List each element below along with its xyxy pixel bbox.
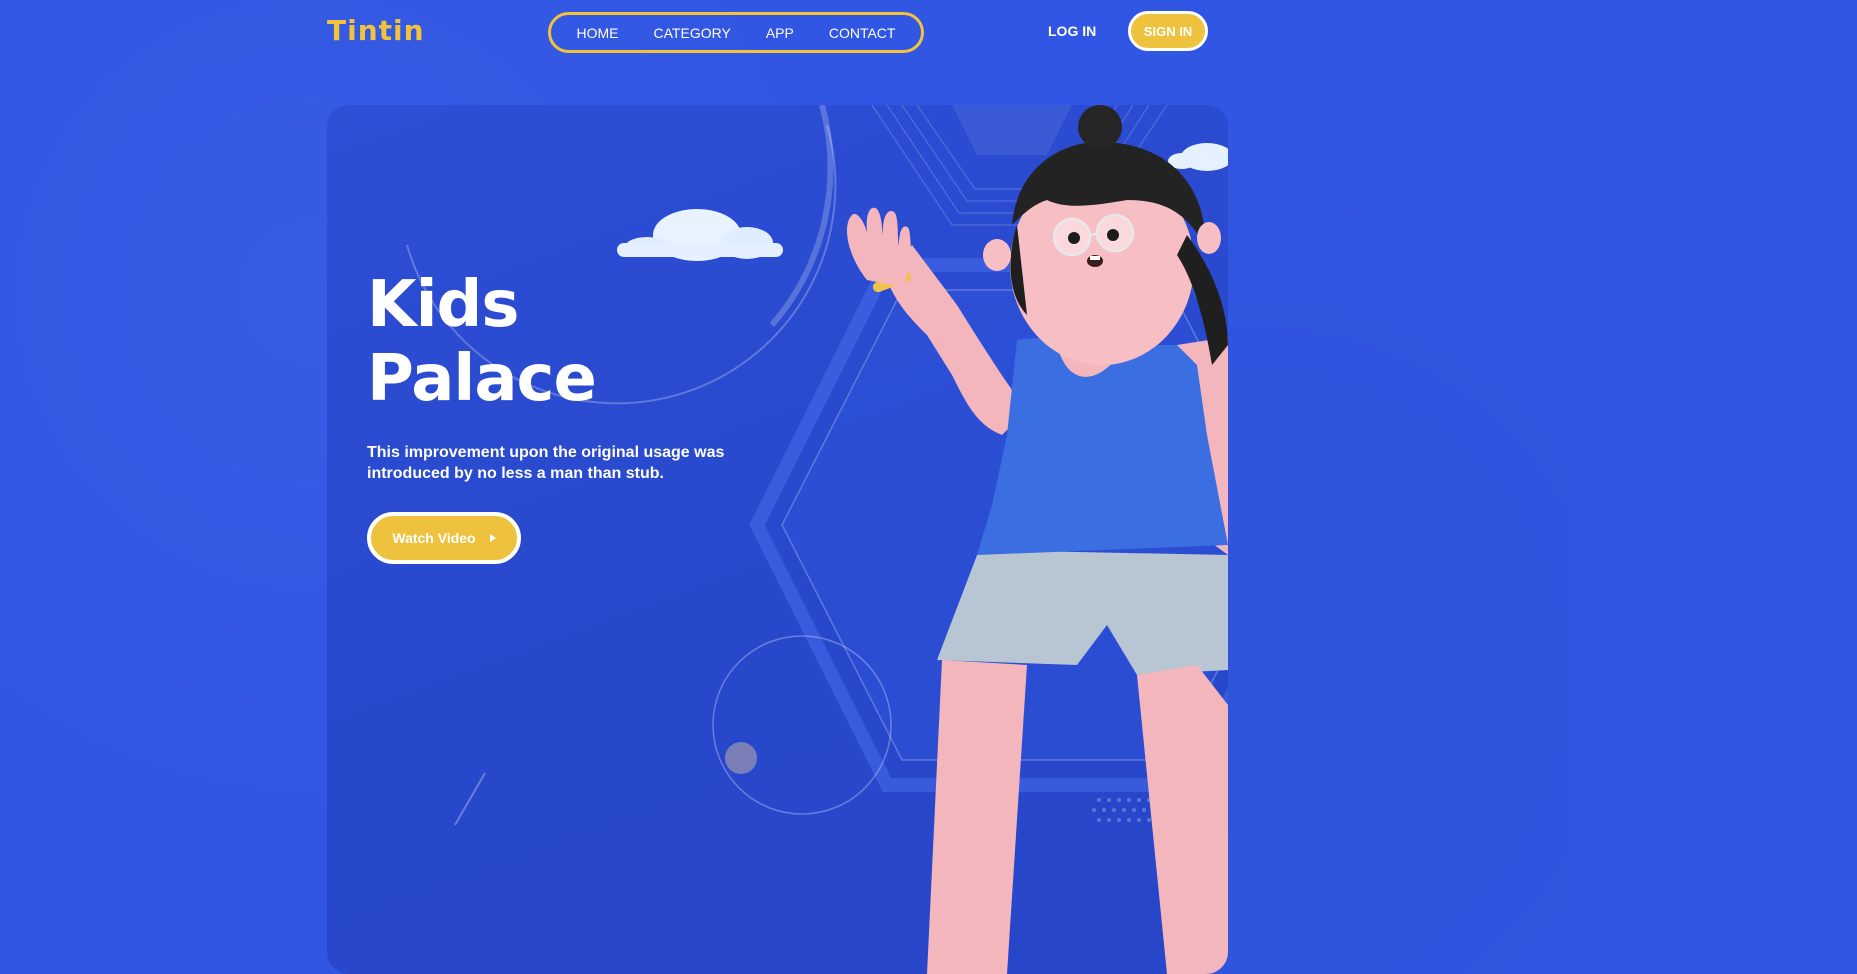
login-link[interactable]: LOG IN <box>1048 23 1096 39</box>
hero-title-line-1: Kids <box>367 268 519 342</box>
play-icon <box>489 534 496 542</box>
arc-decoration <box>769 105 834 327</box>
nav-item-app[interactable]: APP <box>766 25 794 41</box>
dot-decoration <box>725 742 757 774</box>
line-decoration <box>454 772 486 826</box>
nav-item-contact[interactable]: CONTACT <box>829 25 896 41</box>
cloud-icon <box>1168 143 1228 171</box>
nav-item-home[interactable]: HOME <box>577 25 619 41</box>
watch-video-label: Watch Video <box>392 530 476 546</box>
nav-item-category[interactable]: CATEGORY <box>654 25 731 41</box>
hero-title: Kids Palace <box>367 268 597 416</box>
hero-card: Kids Palace This improvement upon the or… <box>327 105 1228 974</box>
hero-title-line-2: Palace <box>367 342 597 416</box>
brand-logo[interactable]: Tintin <box>327 14 425 47</box>
main-nav: HOME CATEGORY APP CONTACT <box>548 12 924 53</box>
signin-button[interactable]: SIGN IN <box>1128 11 1208 51</box>
hexagon-decoration <box>952 105 1072 155</box>
hero-description: This improvement upon the original usage… <box>367 444 725 482</box>
cloud-icon <box>617 209 783 261</box>
watch-video-button[interactable]: Watch Video <box>367 512 521 564</box>
